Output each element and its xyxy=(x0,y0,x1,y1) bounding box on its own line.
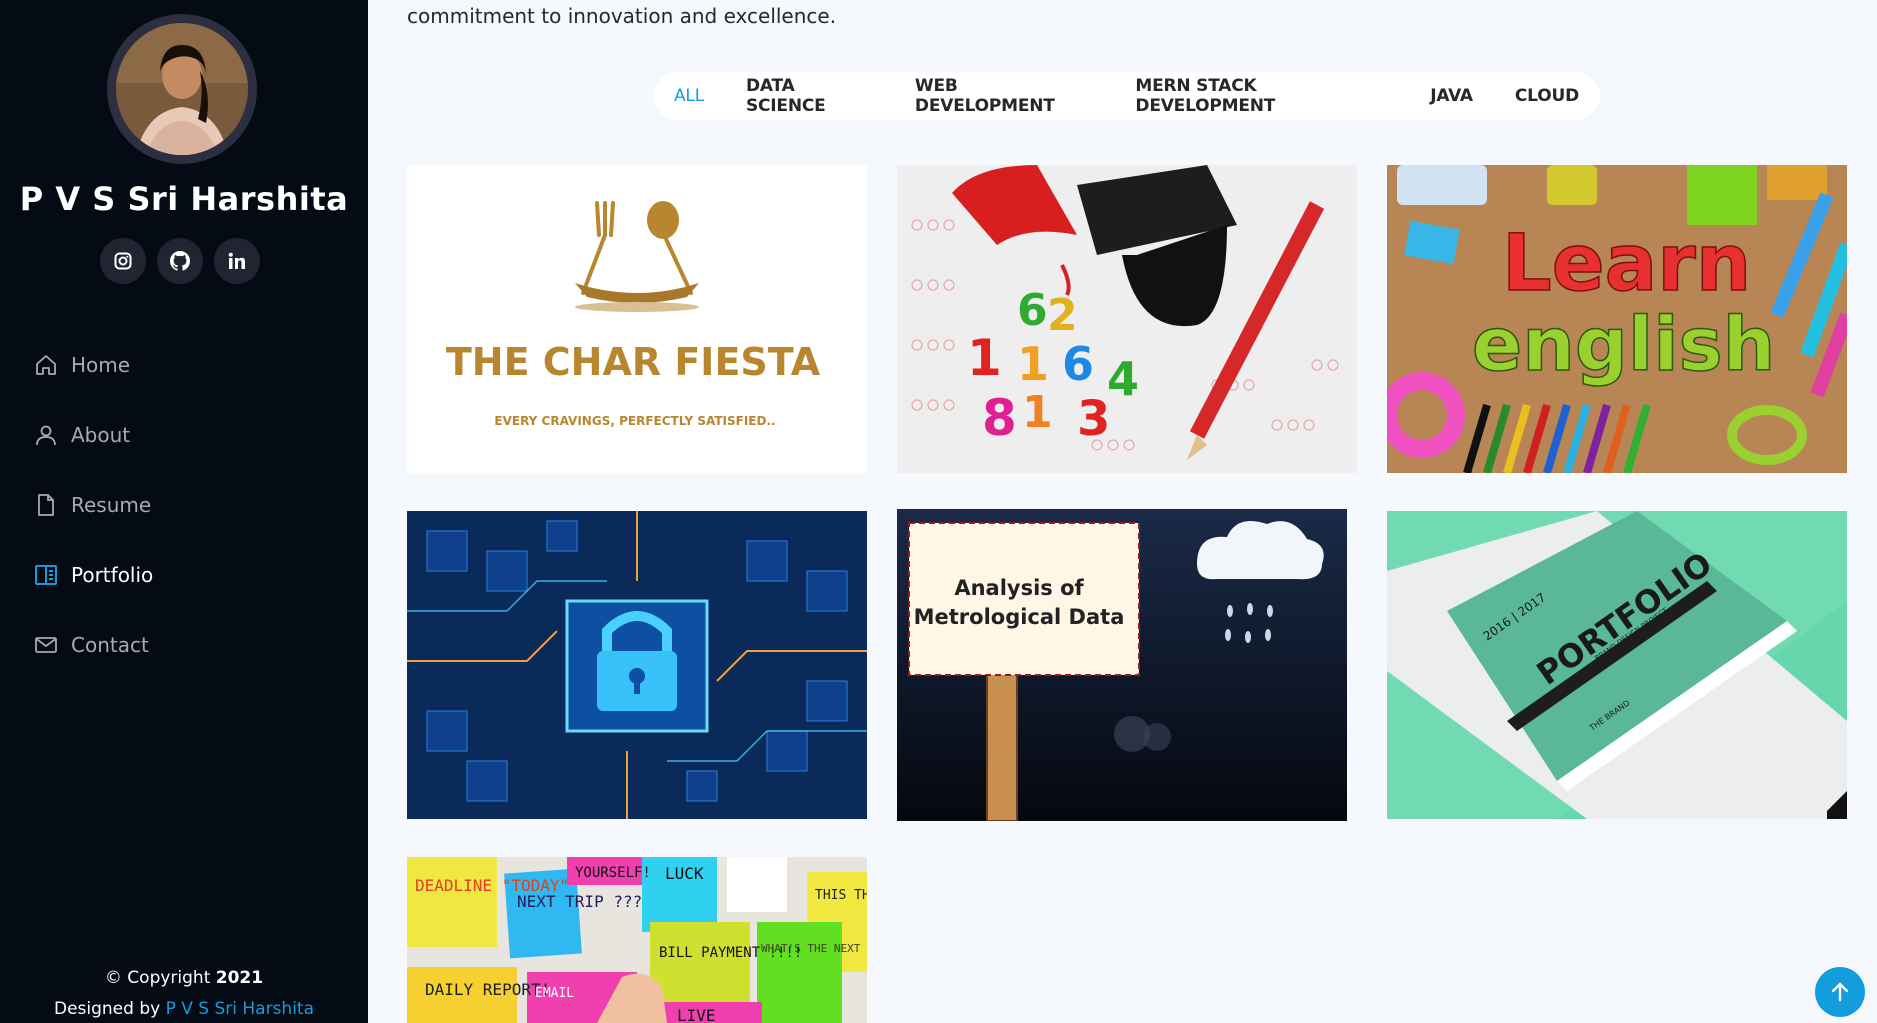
linkedin-link[interactable] xyxy=(214,238,260,284)
designer-link[interactable]: P V S Sri Harshita xyxy=(166,999,314,1019)
svg-text:1: 1 xyxy=(1022,387,1053,438)
portfolio-item-graduation[interactable]: 6 2 1 1 6 4 8 1 3 xyxy=(897,165,1357,473)
nav-portfolio[interactable]: Portfolio xyxy=(33,540,153,610)
filter-java[interactable]: JAVA xyxy=(1409,86,1494,106)
envelope-icon xyxy=(33,632,59,658)
learn-english-line1: Learn xyxy=(1502,219,1751,309)
portfolio-item-learn-english[interactable]: Learn english xyxy=(1387,165,1847,473)
linkedin-icon xyxy=(228,252,245,269)
github-icon xyxy=(170,251,190,271)
filter-all[interactable]: ALL xyxy=(653,86,725,106)
instagram-icon xyxy=(114,252,132,270)
sticky-note-daily-report: DAILY REPORT! xyxy=(425,980,550,999)
sticky-note-email: EMAIL xyxy=(535,986,574,1001)
main-nav: Home About Resume Portfolio Contact xyxy=(33,330,153,680)
nav-about[interactable]: About xyxy=(33,400,153,470)
person-icon xyxy=(33,422,59,448)
sidebar: P V S Sri Harshita Home About Resume Por… xyxy=(0,0,368,1023)
nav-home[interactable]: Home xyxy=(33,330,153,400)
nav-resume-label: Resume xyxy=(71,493,152,517)
sticky-note-yourself: YOURSELF! xyxy=(575,865,651,881)
intro-text: commitment to innovation and excellence. xyxy=(407,4,837,28)
file-icon xyxy=(33,492,59,518)
filter-web-development[interactable]: WEB DEVELOPMENT xyxy=(894,76,1114,116)
svg-text:1: 1 xyxy=(967,329,1002,387)
portfolio-item-sticky-notes[interactable]: DEADLINE "TODAY" NEXT TRIP ??? YOURSELF!… xyxy=(407,857,867,1023)
portfolio-item-security[interactable] xyxy=(407,511,867,819)
portfolio-item-char-fiesta[interactable]: THE CHAR FIESTA EVERY CRAVINGS, PERFECTL… xyxy=(407,165,867,473)
nav-contact[interactable]: Contact xyxy=(33,610,153,680)
metrological-line1: Analysis of xyxy=(954,576,1084,600)
filter-cloud[interactable]: CLOUD xyxy=(1494,86,1600,106)
nav-contact-label: Contact xyxy=(71,633,149,657)
sticky-note-live: LIVE xyxy=(677,1006,716,1023)
portfolio-filters: ALL DATA SCIENCE WEB DEVELOPMENT MERN ST… xyxy=(653,72,1600,120)
metrological-line2: Metrological Data xyxy=(914,605,1125,629)
svg-text:1: 1 xyxy=(1017,337,1049,391)
svg-text:6: 6 xyxy=(1062,337,1094,391)
social-links xyxy=(100,238,260,284)
avatar xyxy=(116,23,248,155)
nav-portfolio-label: Portfolio xyxy=(71,563,154,587)
portfolio-item-metrological[interactable]: Analysis of Metrological Data xyxy=(897,509,1347,821)
nav-resume[interactable]: Resume xyxy=(33,470,153,540)
profile-name: P V S Sri Harshita xyxy=(19,180,349,218)
char-fiesta-title: THE CHAR FIESTA xyxy=(446,340,821,384)
instagram-link[interactable] xyxy=(100,238,146,284)
svg-text:3: 3 xyxy=(1077,391,1110,447)
avatar-frame xyxy=(107,14,257,164)
nav-about-label: About xyxy=(71,423,131,447)
arrow-up-icon xyxy=(1831,982,1849,1002)
svg-text:4: 4 xyxy=(1107,352,1139,406)
sticky-note-this-day: THIS THE DA xyxy=(815,888,867,903)
sticky-note-goal: WHAT'S THE NEXT GOAL?? xyxy=(761,942,867,955)
credits: Designed by P V S Sri Harshita xyxy=(53,999,315,1019)
portfolio-icon xyxy=(33,562,59,588)
learn-english-line2: english xyxy=(1472,302,1775,388)
sticky-note-next-trip: NEXT TRIP ??? xyxy=(517,892,642,911)
char-fiesta-tagline: EVERY CRAVINGS, PERFECTLY SATISFIED.. xyxy=(494,414,775,428)
filter-data-science[interactable]: DATA SCIENCE xyxy=(725,76,894,116)
filter-mern-stack[interactable]: MERN STACK DEVELOPMENT xyxy=(1114,76,1409,116)
github-link[interactable] xyxy=(157,238,203,284)
home-icon xyxy=(33,352,59,378)
svg-text:8: 8 xyxy=(982,389,1017,447)
svg-text:2: 2 xyxy=(1047,290,1078,341)
sticky-note-luck: LUCK xyxy=(665,864,704,883)
sidebar-footer: © Copyright 2021 Designed by P V S Sri H… xyxy=(0,963,368,1023)
nav-home-label: Home xyxy=(71,353,131,377)
copyright: © Copyright 2021 xyxy=(104,968,264,988)
svg-text:6: 6 xyxy=(1017,285,1048,336)
portfolio-item-portfolio-book[interactable]: PORTFOLIO 2016 | 2017 BRAND DESIGN PROJE… xyxy=(1387,511,1847,819)
back-to-top-button[interactable] xyxy=(1815,967,1865,1017)
